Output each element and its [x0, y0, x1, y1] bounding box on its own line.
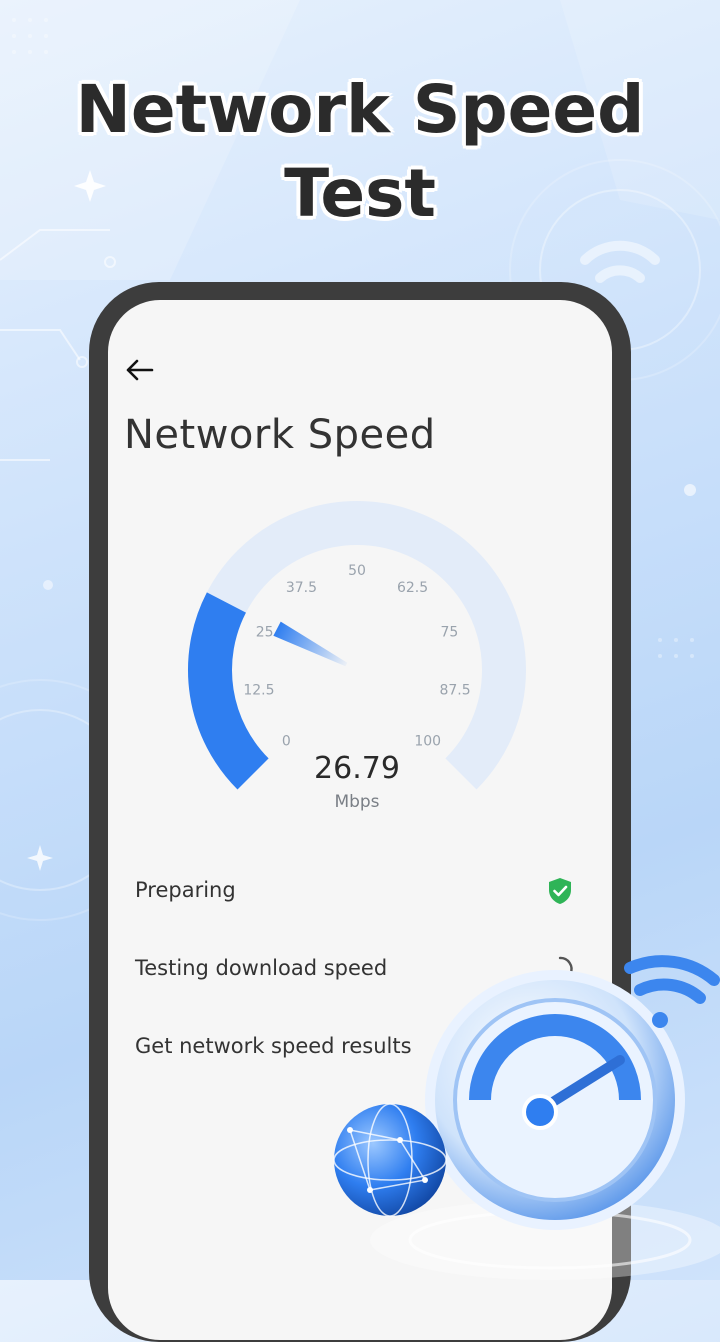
gauge-needle: [273, 621, 348, 667]
gauge-tick-label: 62.5: [397, 580, 428, 596]
gauge-tick-label: 0: [282, 734, 291, 750]
arrow-left-icon: [126, 359, 154, 381]
gauge-tick-label: 50: [348, 563, 366, 579]
gauge-tick-label: 87.5: [439, 683, 470, 699]
gauge-tick-label: 25: [256, 625, 274, 641]
promo-title-line-2: Test: [284, 155, 436, 232]
gauge-tick-label: 75: [440, 625, 458, 641]
back-button[interactable]: [122, 352, 158, 388]
speed-value: 26.79: [314, 751, 400, 786]
gauge-track: [188, 501, 526, 790]
speedometer-globe-illustration: [333, 955, 720, 1280]
step-preparing: Preparing: [135, 870, 575, 910]
gauge-tick-label: 100: [414, 734, 441, 750]
green-shield-check-icon: [549, 878, 571, 904]
gauge-tick-label: 12.5: [243, 683, 274, 699]
speed-gauge: 0 12.5 25 37.5 50 62.5 75 87.5 100 26.79 Mbps: [188, 501, 526, 812]
gauge-tick-label: 37.5: [286, 580, 317, 596]
promo-title-line-1: Network Speed: [75, 71, 645, 148]
page-title: Network Speed: [124, 412, 436, 458]
step-label: Preparing: [135, 878, 236, 902]
promo-title: Network Speed Test: [0, 68, 720, 236]
speed-unit: Mbps: [334, 792, 379, 812]
